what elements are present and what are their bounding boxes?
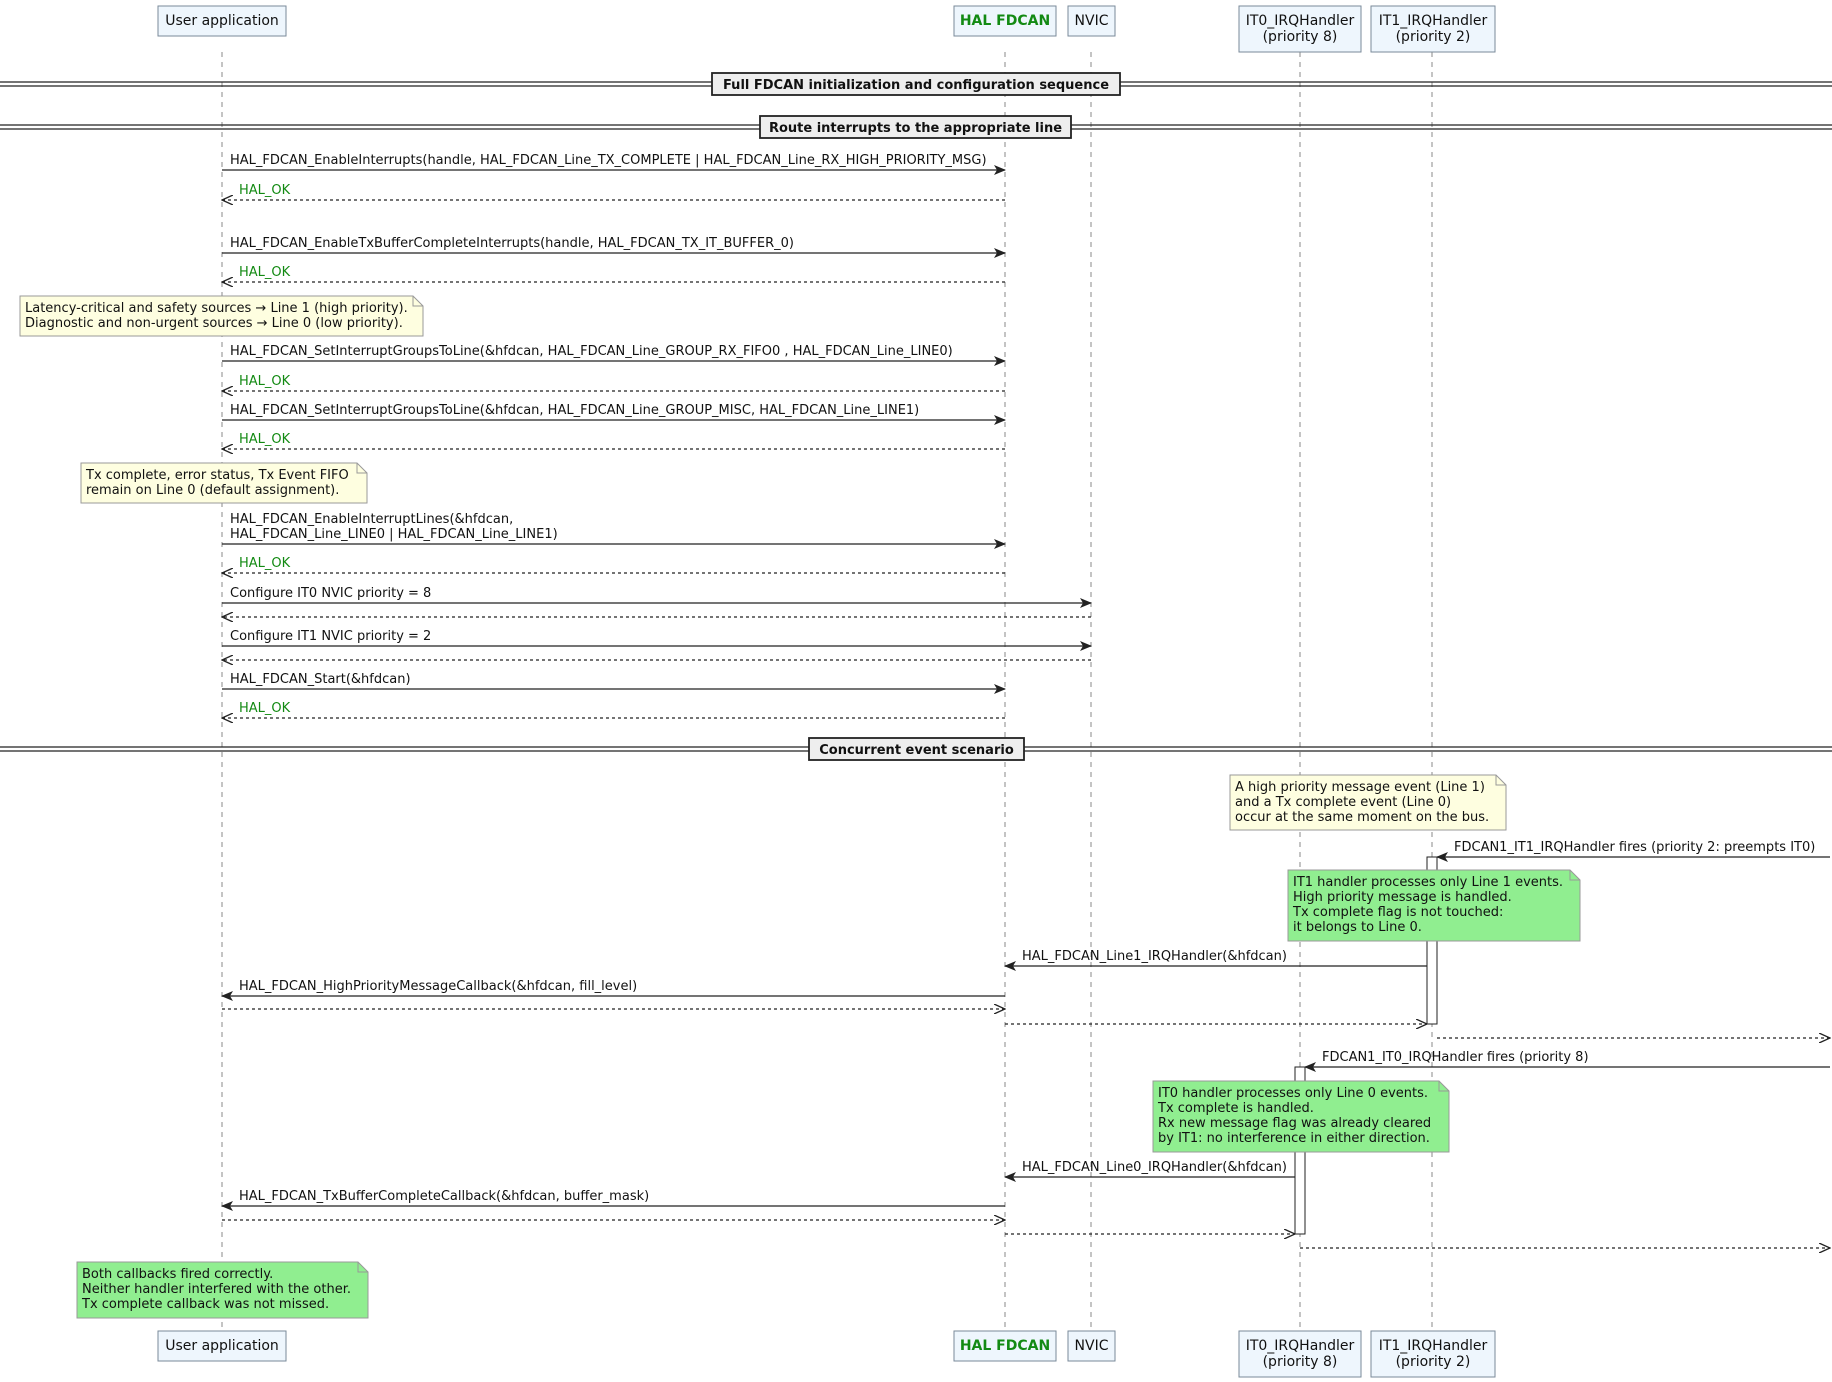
note: Latency-critical and safety sources → Li…: [19, 295, 424, 337]
note-text: IT1 handler processes only Line 1 events…: [1293, 875, 1563, 890]
return-message: HAL_OK: [222, 432, 1005, 449]
message-label: FDCAN1_IT0_IRQHandler fires (priority 8): [1322, 1050, 1589, 1065]
message-label: HAL_FDCAN_Line_LINE0 | HAL_FDCAN_Line_LI…: [230, 527, 558, 542]
message-label: HAL_FDCAN_TxBufferCompleteCallback(&hfdc…: [239, 1189, 649, 1204]
note: IT0 handler processes only Line 0 events…: [1152, 1080, 1450, 1153]
call-message: HAL_FDCAN_Line1_IRQHandler(&hfdcan): [1004, 949, 1427, 971]
participant-nvic-top: NVIC: [1067, 5, 1116, 37]
note-text: Tx complete is handled.: [1157, 1101, 1314, 1116]
sequence-diagram-svg: User application HAL FDCAN NVIC IT0_IRQHand…: [0, 5, 1832, 1378]
note-text: Neither handler interfered with the othe…: [82, 1282, 351, 1297]
call-message: FDCAN1_IT0_IRQHandler fires (priority 8): [1304, 1050, 1830, 1072]
message-label: HAL_FDCAN_Line1_IRQHandler(&hfdcan): [1022, 949, 1287, 964]
participant-label: HAL FDCAN: [960, 13, 1050, 29]
participant-label: IT0_IRQHandler: [1246, 13, 1355, 29]
note-text: by IT1: no interference in either direct…: [1158, 1131, 1430, 1146]
section-divider: Route interrupts to the appropriate line: [0, 115, 1832, 139]
message-label: HAL_OK: [239, 432, 291, 447]
message-label: HAL_FDCAN_Line0_IRQHandler(&hfdcan): [1022, 1160, 1287, 1175]
call-message: Configure IT0 NVIC priority = 8: [222, 586, 1092, 608]
section-divider: Full FDCAN initialization and configurat…: [0, 72, 1832, 96]
note-text: remain on Line 0 (default assignment).: [86, 483, 339, 498]
call-message: HAL_FDCAN_Start(&hfdcan): [222, 672, 1006, 694]
participant-label: NVIC: [1075, 1338, 1109, 1354]
return-message: HAL_OK: [222, 265, 1005, 282]
return-message: HAL_OK: [222, 701, 1005, 718]
divider-label: Full FDCAN initialization and configurat…: [723, 78, 1109, 93]
participant-label: NVIC: [1075, 13, 1109, 29]
participant-label: User application: [165, 13, 279, 29]
call-message: Configure IT1 NVIC priority = 2: [222, 629, 1092, 651]
participant-user-bottom: User application: [157, 1330, 287, 1362]
note: A high priority message event (Line 1)an…: [1229, 774, 1507, 831]
note-text: Diagnostic and non-urgent sources → Line…: [25, 316, 403, 331]
note: Tx complete, error status, Tx Event FIFO…: [80, 462, 368, 504]
section-divider: Concurrent event scenario: [0, 737, 1832, 761]
message-label: HAL_FDCAN_SetInterruptGroupsToLine(&hfdc…: [230, 403, 919, 418]
call-message: FDCAN1_IT1_IRQHandler fires (priority 2:…: [1436, 840, 1830, 862]
participant-label: User application: [165, 1338, 279, 1354]
message-label: HAL_FDCAN_EnableInterruptLines(&hfdcan,: [230, 512, 513, 527]
note-text: Rx new message flag was already cleared: [1158, 1116, 1431, 1131]
divider-label: Concurrent event scenario: [819, 743, 1014, 758]
message-label: HAL_FDCAN_SetInterruptGroupsToLine(&hfdc…: [230, 344, 953, 359]
message-label: HAL_OK: [239, 265, 291, 280]
sequence-diagram: User application HAL FDCAN NVIC IT0_IRQHand…: [0, 0, 1832, 1378]
message-label: HAL_OK: [239, 374, 291, 389]
message-label: HAL_OK: [239, 701, 291, 716]
call-message: HAL_FDCAN_EnableInterruptLines(&hfdcan, …: [222, 512, 1006, 549]
participant-label: (priority 8): [1263, 29, 1338, 45]
message-label: Configure IT0 NVIC priority = 8: [230, 586, 431, 601]
message-label: HAL_FDCAN_Start(&hfdcan): [230, 672, 411, 687]
call-message: HAL_FDCAN_SetInterruptGroupsToLine(&hfdc…: [222, 344, 1006, 366]
note-text: Both callbacks fired correctly.: [82, 1267, 273, 1282]
return-message: HAL_OK: [222, 556, 1005, 573]
message-label: HAL_FDCAN_EnableInterrupts(handle, HAL_F…: [230, 153, 987, 168]
participant-user-top: User application: [157, 5, 287, 37]
message-label: HAL_FDCAN_HighPriorityMessageCallback(&h…: [239, 979, 637, 994]
participant-hal-bottom: HAL FDCAN: [953, 1330, 1057, 1362]
message-label: HAL_OK: [239, 556, 291, 571]
participant-it0-bottom: IT0_IRQHandler(priority 8): [1238, 1330, 1362, 1378]
note-text: Latency-critical and safety sources → Li…: [25, 301, 408, 316]
note-text: Tx complete flag is not touched:: [1292, 905, 1503, 920]
note-text: A high priority message event (Line 1): [1235, 780, 1485, 795]
participant-label: (priority 2): [1396, 29, 1471, 45]
note-text: IT0 handler processes only Line 0 events…: [1158, 1086, 1428, 1101]
note-text: and a Tx complete event (Line 0): [1235, 795, 1451, 810]
participant-it1-bottom: IT1_IRQHandler(priority 2): [1370, 1330, 1496, 1378]
participant-label: IT0_IRQHandler: [1246, 1338, 1355, 1354]
return-message: HAL_OK: [222, 183, 1005, 200]
participant-nvic-bottom: NVIC: [1067, 1330, 1116, 1362]
note-text: Tx complete, error status, Tx Event FIFO: [85, 468, 349, 483]
participant-label: (priority 8): [1263, 1354, 1338, 1370]
participant-label: (priority 2): [1396, 1354, 1471, 1370]
call-message: HAL_FDCAN_EnableTxBufferCompleteInterrup…: [222, 236, 1006, 258]
participant-label: HAL FDCAN: [960, 1338, 1050, 1354]
message-label: FDCAN1_IT1_IRQHandler fires (priority 2:…: [1454, 840, 1815, 855]
note-text: Tx complete callback was not missed.: [81, 1297, 329, 1312]
participant-hal-top: HAL FDCAN: [953, 5, 1057, 37]
message-label: HAL_OK: [239, 183, 291, 198]
message-label: HAL_FDCAN_EnableTxBufferCompleteInterrup…: [230, 236, 794, 251]
message-label: Configure IT1 NVIC priority = 2: [230, 629, 431, 644]
note-text: High priority message is handled.: [1293, 890, 1512, 905]
call-message: HAL_FDCAN_TxBufferCompleteCallback(&hfdc…: [221, 1189, 1005, 1211]
call-message: HAL_FDCAN_Line0_IRQHandler(&hfdcan): [1004, 1160, 1295, 1182]
participant-it0-top: IT0_IRQHandler(priority 8): [1238, 5, 1362, 53]
call-message: HAL_FDCAN_SetInterruptGroupsToLine(&hfdc…: [222, 403, 1006, 425]
participant-label: IT1_IRQHandler: [1379, 13, 1488, 29]
participant-label: IT1_IRQHandler: [1379, 1338, 1488, 1354]
note-text: it belongs to Line 0.: [1293, 920, 1422, 935]
participant-it1-top: IT1_IRQHandler(priority 2): [1370, 5, 1496, 53]
call-message: HAL_FDCAN_EnableInterrupts(handle, HAL_F…: [222, 153, 1006, 175]
note: Both callbacks fired correctly.Neither h…: [76, 1261, 369, 1319]
divider-label: Route interrupts to the appropriate line: [769, 121, 1062, 136]
note: IT1 handler processes only Line 1 events…: [1287, 869, 1581, 942]
note-text: occur at the same moment on the bus.: [1235, 810, 1489, 825]
call-message: HAL_FDCAN_HighPriorityMessageCallback(&h…: [221, 979, 1005, 1001]
return-message: HAL_OK: [222, 374, 1005, 391]
